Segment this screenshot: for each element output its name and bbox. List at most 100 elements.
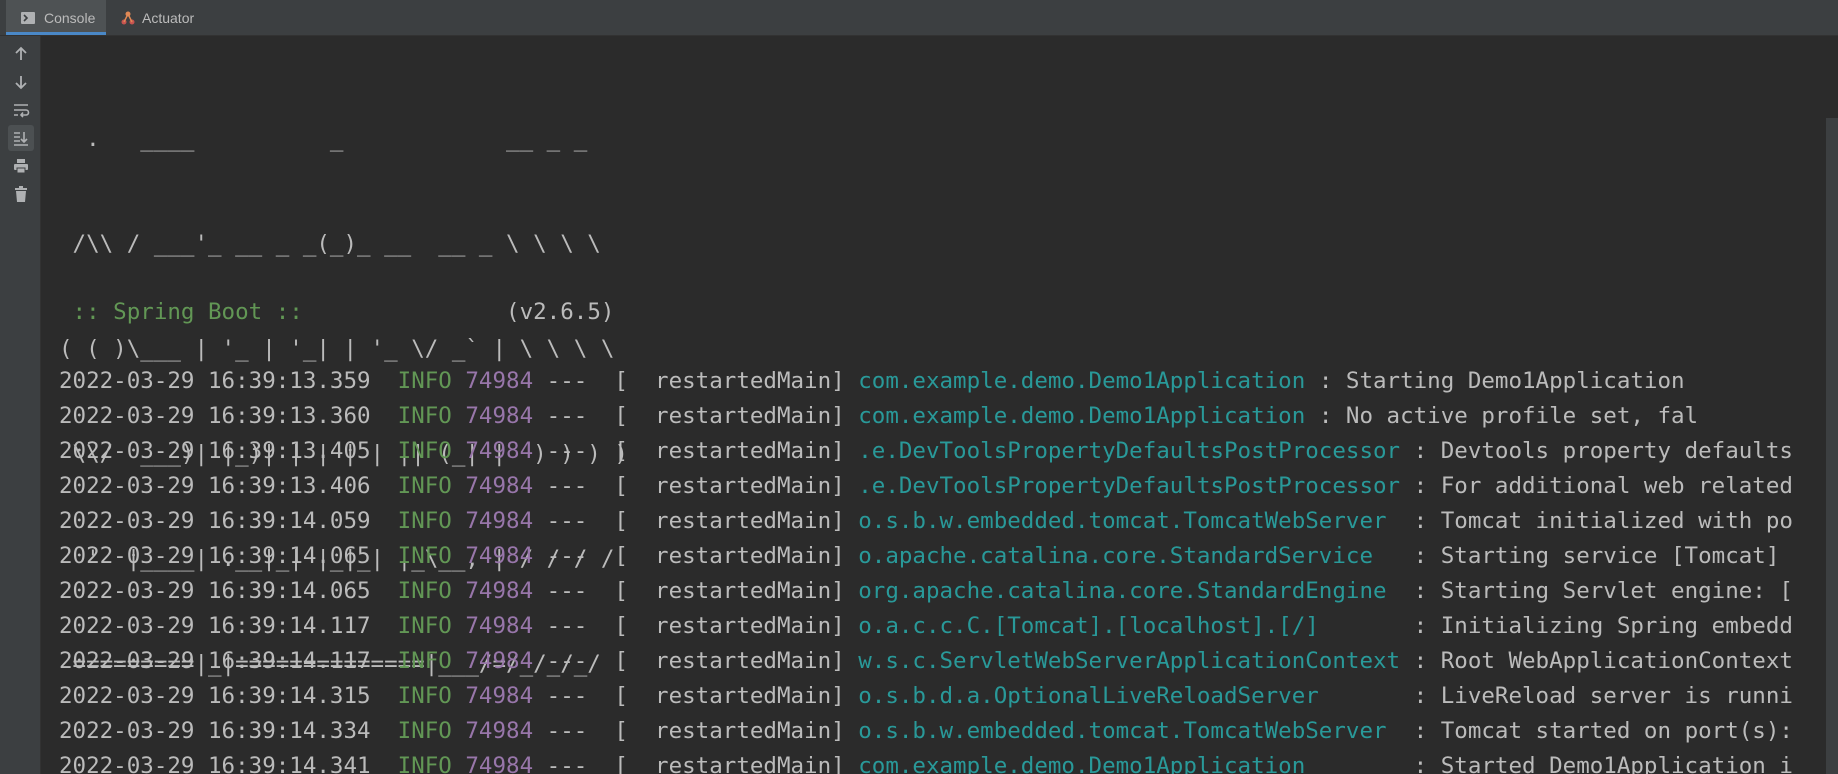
scroll-up-icon — [15, 46, 27, 60]
log-message: : LiveReload server is runni — [1332, 683, 1793, 709]
log-logger: org.apache.catalina.core.StandardEngine — [858, 578, 1387, 604]
log-timestamp: 2022-03-29 16:39:13.360 — [59, 403, 371, 429]
console-icon — [20, 10, 36, 26]
log-thread: --- [ restartedMain] — [546, 438, 845, 464]
scroll-up-button[interactable] — [8, 41, 34, 67]
log-logger: com.example.demo.Demo1Application — [858, 403, 1306, 429]
log-timestamp: 2022-03-29 16:39:14.065 — [59, 578, 371, 604]
log-logger: w.s.c.ServletWebServerApplicationContext — [858, 648, 1401, 674]
log-level: INFO — [397, 438, 452, 464]
log-level: INFO — [397, 683, 452, 709]
log-message: : Tomcat initialized with po — [1400, 508, 1793, 534]
console-toolbar — [0, 36, 41, 774]
scroll-to-end-icon — [14, 132, 28, 146]
log-logger: o.a.c.c.C.[Tomcat].[localhost].[/] — [858, 613, 1319, 639]
log-message: : No active profile set, fal — [1318, 403, 1699, 429]
log-logger: o.s.b.d.a.OptionalLiveReloadServer — [858, 683, 1319, 709]
log-timestamp: 2022-03-29 16:39:13.359 — [59, 368, 371, 394]
log-timestamp: 2022-03-29 16:39:14.117 — [59, 648, 371, 674]
log-logger: com.example.demo.Demo1Application — [858, 753, 1306, 774]
log-thread: --- [ restartedMain] — [546, 508, 845, 534]
log-pid: 74984 — [465, 578, 534, 604]
log-level: INFO — [397, 473, 452, 499]
banner-line: /\\ / ___'_ __ _ _(_)_ __ __ _ \ \ \ \ — [59, 231, 601, 257]
log-pid: 74984 — [465, 473, 534, 499]
tab-console-label: Console — [44, 9, 96, 26]
log-thread: --- [ restartedMain] — [546, 578, 845, 604]
log-logger: .e.DevToolsPropertyDefaultsPostProcessor — [858, 473, 1401, 499]
log-timestamp: 2022-03-29 16:39:14.065 — [59, 543, 371, 569]
log-lines: 2022-03-29 16:39:13.359 INFO 74984 --- [… — [59, 364, 1793, 774]
log-pid: 74984 — [465, 648, 534, 674]
log-logger: .e.DevToolsPropertyDefaultsPostProcessor — [858, 438, 1401, 464]
log-pid: 74984 — [465, 753, 534, 774]
log-pid: 74984 — [465, 718, 534, 744]
log-level: INFO — [397, 403, 452, 429]
log-line: 2022-03-29 16:39:13.406 INFO 74984 --- [… — [59, 469, 1793, 504]
log-message: : Tomcat started on port(s): — [1400, 718, 1793, 744]
console-output[interactable]: . ____ _ __ _ _ /\\ / ___'_ __ _ _(_)_ _… — [41, 36, 1838, 774]
actuator-icon — [120, 10, 136, 26]
log-level: INFO — [397, 508, 452, 534]
log-thread: --- [ restartedMain] — [546, 718, 845, 744]
spring-boot-version: (v2.6.5) — [316, 299, 615, 325]
log-timestamp: 2022-03-29 16:39:13.405 — [59, 438, 371, 464]
tab-actuator-label: Actuator — [142, 9, 195, 26]
print-button[interactable] — [8, 153, 34, 179]
tab-console[interactable]: Console — [6, 0, 106, 35]
log-level: INFO — [397, 753, 452, 774]
log-level: INFO — [397, 718, 452, 744]
log-thread: --- [ restartedMain] — [546, 368, 845, 394]
log-message: : Root WebApplicationContext — [1413, 648, 1793, 674]
log-pid: 74984 — [465, 543, 534, 569]
banner-line: . ____ _ __ _ _ — [59, 126, 588, 152]
log-timestamp: 2022-03-29 16:39:13.406 — [59, 473, 371, 499]
log-line: 2022-03-29 16:39:13.360 INFO 74984 --- [… — [59, 399, 1793, 434]
log-thread: --- [ restartedMain] — [546, 403, 845, 429]
log-line: 2022-03-29 16:39:14.334 INFO 74984 --- [… — [59, 714, 1793, 749]
log-line: 2022-03-29 16:39:14.065 INFO 74984 --- [… — [59, 539, 1793, 574]
log-message: : Devtools property defaults — [1413, 438, 1793, 464]
log-thread: --- [ restartedMain] — [546, 543, 845, 569]
log-pid: 74984 — [465, 368, 534, 394]
log-line: 2022-03-29 16:39:14.315 INFO 74984 --- [… — [59, 679, 1793, 714]
log-timestamp: 2022-03-29 16:39:14.315 — [59, 683, 371, 709]
log-line: 2022-03-29 16:39:14.059 INFO 74984 --- [… — [59, 504, 1793, 539]
log-level: INFO — [397, 648, 452, 674]
log-timestamp: 2022-03-29 16:39:14.059 — [59, 508, 371, 534]
scroll-down-icon — [15, 76, 27, 90]
log-logger: o.s.b.w.embedded.tomcat.TomcatWebServer — [858, 718, 1387, 744]
log-message: : Starting Servlet engine: [ — [1400, 578, 1793, 604]
log-line: 2022-03-29 16:39:13.405 INFO 74984 --- [… — [59, 434, 1793, 469]
soft-wrap-icon — [14, 104, 30, 118]
log-pid: 74984 — [465, 508, 534, 534]
clear-all-button[interactable] — [8, 181, 34, 207]
log-pid: 74984 — [465, 403, 534, 429]
tab-actuator[interactable]: Actuator — [112, 0, 212, 35]
log-logger: o.apache.catalina.core.StandardService — [858, 543, 1373, 569]
log-pid: 74984 — [465, 438, 534, 464]
scroll-to-end-button[interactable] — [8, 125, 34, 151]
log-thread: --- [ restartedMain] — [546, 683, 845, 709]
log-level: INFO — [397, 578, 452, 604]
log-thread: --- [ restartedMain] — [546, 613, 845, 639]
log-pid: 74984 — [465, 613, 534, 639]
log-line: 2022-03-29 16:39:13.359 INFO 74984 --- [… — [59, 364, 1793, 399]
log-message: : Starting service [Tomcat] — [1386, 543, 1780, 569]
soft-wrap-button[interactable] — [8, 97, 34, 123]
log-line: 2022-03-29 16:39:14.117 INFO 74984 --- [… — [59, 644, 1793, 679]
log-timestamp: 2022-03-29 16:39:14.334 — [59, 718, 371, 744]
scroll-down-button[interactable] — [8, 69, 34, 95]
log-logger: o.s.b.w.embedded.tomcat.TomcatWebServer — [858, 508, 1387, 534]
print-icon — [14, 159, 28, 174]
log-thread: --- [ restartedMain] — [546, 473, 845, 499]
log-thread: --- [ restartedMain] — [546, 648, 845, 674]
vertical-scrollbar[interactable] — [1826, 118, 1838, 774]
log-level: INFO — [397, 543, 452, 569]
log-line: 2022-03-29 16:39:14.341 INFO 74984 --- [… — [59, 749, 1793, 774]
log-thread: --- [ restartedMain] — [546, 753, 845, 774]
log-timestamp: 2022-03-29 16:39:14.341 — [59, 753, 371, 774]
log-level: INFO — [397, 613, 452, 639]
tool-window-tabbar: Console Actuator — [0, 0, 1838, 36]
log-level: INFO — [397, 368, 452, 394]
